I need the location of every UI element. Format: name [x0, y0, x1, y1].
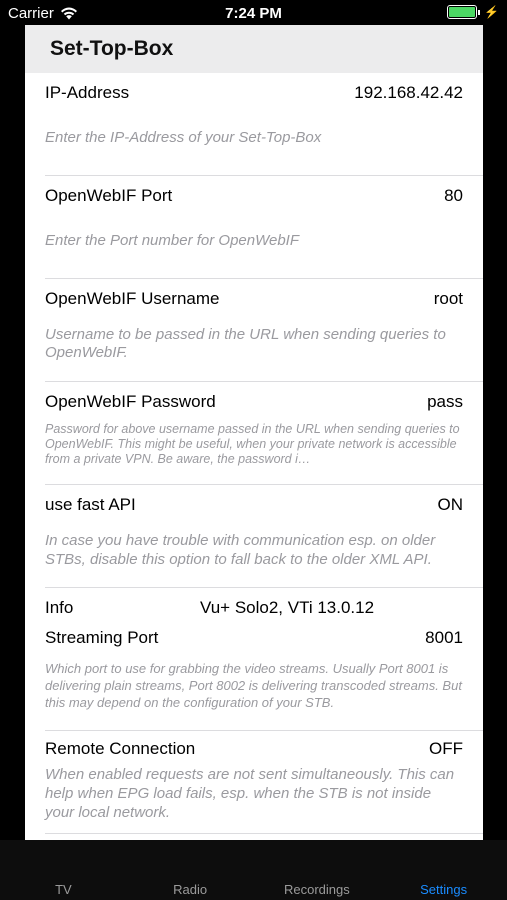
row-header: Remote Connection OFF: [45, 731, 463, 759]
row-description: Enter the IP-Address of your Set-Top-Box: [45, 129, 322, 146]
tab-settings[interactable]: Settings: [380, 840, 507, 900]
tab-tv[interactable]: TV: [0, 840, 127, 900]
row-label: OpenWebIF Password: [45, 392, 216, 411]
row-value: 8001: [425, 628, 463, 647]
row-label: IP-Address: [45, 83, 130, 102]
charging-icon: ⚡: [484, 5, 499, 19]
row-label: OpenWebIF Username: [45, 289, 220, 308]
row-header: use fast API ON: [45, 485, 463, 515]
row-info: Info Vu+ Solo2, VTi 13.0.12: [25, 588, 483, 628]
row-value[interactable]: OFF: [429, 739, 463, 759]
status-bar: Carrier 7:24 PM ⚡: [0, 0, 507, 26]
row-use-fast-api[interactable]: use fast API ON In case you have trouble…: [25, 485, 483, 588]
tab-bar: TV Radio Recordings Settings: [0, 840, 507, 900]
row-header: IP-Address 192.168.42.42: [45, 73, 463, 103]
row-description: Password for above username passed in th…: [45, 422, 460, 466]
row-header: Streaming Port 8001: [45, 628, 463, 648]
section-header: Set-Top-Box: [25, 25, 483, 73]
row-header: Info Vu+ Solo2, VTi 13.0.12: [45, 588, 463, 618]
row-description: Enter the Port number for OpenWebIF: [45, 232, 300, 249]
row-remote-connection[interactable]: Remote Connection OFF When enabled reque…: [25, 731, 483, 834]
separator: [45, 833, 483, 834]
row-label: Remote Connection: [45, 739, 196, 758]
row-header: OpenWebIF Port 80: [45, 176, 463, 206]
row-header: OpenWebIF Username root: [45, 279, 463, 309]
battery-indicator: ⚡: [447, 5, 499, 19]
tab-radio[interactable]: Radio: [127, 840, 254, 900]
row-value: 80: [444, 186, 463, 205]
row-value: pass: [427, 392, 463, 411]
tab-recordings[interactable]: Recordings: [254, 840, 381, 900]
row-label: Streaming Port: [45, 628, 159, 647]
settings-list: IP-Address 192.168.42.42 Enter the IP-Ad…: [25, 73, 483, 834]
settings-sheet: Set-Top-Box IP-Address 192.168.42.42 Ent…: [25, 25, 483, 840]
row-label: OpenWebIF Port: [45, 186, 173, 205]
row-label: Info: [45, 598, 74, 617]
row-value: 192.168.42.42: [354, 83, 463, 102]
row-openwebif-port[interactable]: OpenWebIF Port 80 Enter the Port number …: [25, 176, 483, 279]
row-value: root: [433, 289, 463, 308]
row-openwebif-password[interactable]: OpenWebIF Password pass Password for abo…: [25, 382, 483, 485]
clock: 7:24 PM: [225, 5, 282, 22]
row-description: When enabled requests are not sent simul…: [45, 766, 455, 821]
row-description: Username to be passed in the URL when se…: [45, 326, 446, 361]
row-streaming-port[interactable]: Streaming Port 8001 Which port to use fo…: [25, 628, 483, 731]
row-value[interactable]: ON: [438, 495, 464, 515]
row-description: Which port to use for grabbing the video…: [45, 661, 462, 710]
row-description: In case you have trouble with communicat…: [45, 532, 436, 568]
row-label: use fast API: [45, 495, 136, 514]
row-openwebif-username[interactable]: OpenWebIF Username root Username to be p…: [25, 279, 483, 382]
battery-icon: [447, 5, 478, 19]
section-title: Set-Top-Box: [50, 37, 174, 60]
row-value: Vu+ Solo2, VTi 13.0.12: [200, 598, 375, 617]
row-header: OpenWebIF Password pass: [45, 382, 463, 412]
row-ip-address[interactable]: IP-Address 192.168.42.42 Enter the IP-Ad…: [25, 73, 483, 176]
